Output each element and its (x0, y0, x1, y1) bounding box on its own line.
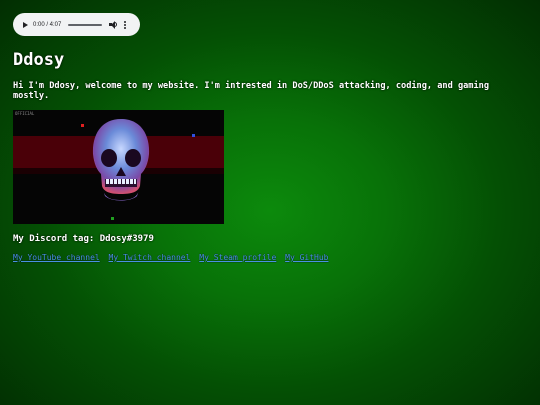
steam-link[interactable]: My Steam profile (199, 253, 276, 262)
volume-icon[interactable] (109, 20, 118, 29)
audio-player: 0:00 / 4:07 (13, 13, 140, 36)
discord-tag: My Discord tag: Ddosy#3979 (13, 234, 154, 244)
page-title: Ddosy (13, 50, 65, 70)
audio-seek-bar[interactable] (68, 23, 103, 26)
links-row: My YouTube channel My Twitch channel My … (13, 253, 333, 262)
intro-text: Hi I'm Ddosy, welcome to my website. I'm… (13, 81, 489, 101)
skull-icon (92, 119, 150, 201)
audio-time: 0:00 / 4:07 (33, 21, 62, 28)
twitch-link[interactable]: My Twitch channel (109, 253, 191, 262)
play-icon[interactable] (23, 21, 28, 28)
skull-image: OFFICIAL (13, 110, 224, 224)
youtube-link[interactable]: My YouTube channel (13, 253, 100, 262)
github-link[interactable]: My GitHub (285, 253, 328, 262)
more-vert-icon[interactable] (124, 20, 127, 29)
